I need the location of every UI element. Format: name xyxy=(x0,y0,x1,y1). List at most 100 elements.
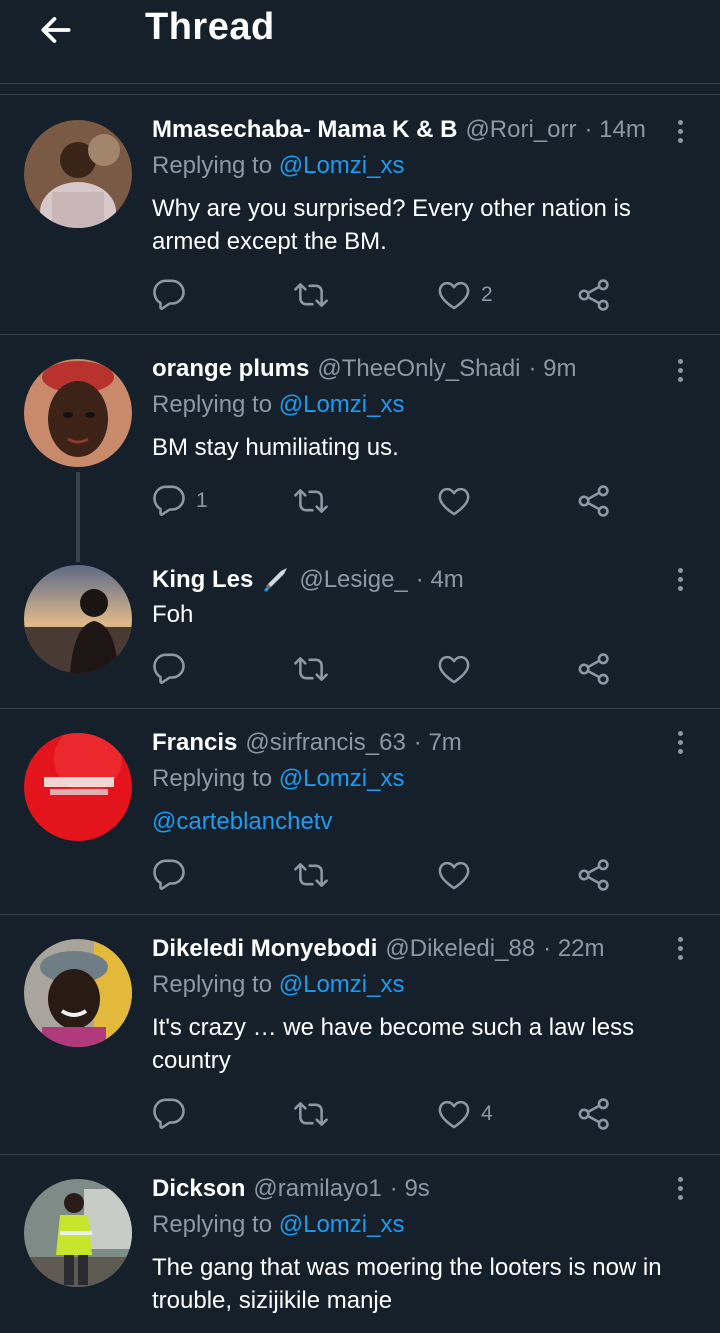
share-icon xyxy=(577,278,611,312)
reply-button[interactable]: 1 xyxy=(152,479,208,523)
share-icon xyxy=(577,484,611,518)
tweet-text: Foh xyxy=(152,601,194,628)
more-options-button[interactable] xyxy=(666,931,694,965)
user-handle[interactable]: @ramilayo1 xyxy=(253,1175,381,1203)
share-button[interactable] xyxy=(577,273,611,317)
retweet-button[interactable] xyxy=(294,479,328,523)
share-button[interactable] xyxy=(577,1092,611,1136)
retweet-button[interactable] xyxy=(294,1092,328,1136)
tweet-item[interactable]: King Les @Lesige_ · 4m Foh xyxy=(0,545,720,708)
display-name[interactable]: King Les xyxy=(152,566,253,594)
replying-to: Replying to @Lomzi_xs xyxy=(152,152,405,179)
display-name[interactable]: Dikeledi Monyebodi xyxy=(152,935,377,963)
avatar[interactable] xyxy=(24,565,132,673)
reply-count: 1 xyxy=(196,489,208,512)
tweet-item[interactable]: Dikeledi Monyebodi @Dikeledi_88 · 22m Re… xyxy=(0,915,720,1154)
display-name[interactable]: Francis xyxy=(152,729,237,757)
display-name[interactable]: Dickson xyxy=(152,1175,245,1203)
reply-icon xyxy=(152,1097,186,1131)
divider xyxy=(0,94,720,95)
like-button[interactable] xyxy=(437,479,481,523)
retweet-icon xyxy=(294,484,328,518)
retweet-icon xyxy=(294,858,328,892)
reply-icon xyxy=(152,484,186,518)
avatar[interactable] xyxy=(24,733,132,841)
like-button[interactable] xyxy=(437,647,481,691)
avatar[interactable] xyxy=(24,120,132,228)
reply-button[interactable] xyxy=(152,273,196,317)
reply-button[interactable] xyxy=(152,853,196,897)
timestamp: · 7m xyxy=(413,729,462,756)
user-handle[interactable]: @sirfrancis_63 xyxy=(245,729,405,757)
dagger-icon xyxy=(261,566,291,594)
reply-button[interactable] xyxy=(152,647,196,691)
tweet-actions: 4 xyxy=(152,1092,632,1136)
replying-to: Replying to @Lomzi_xs xyxy=(152,765,405,792)
heart-icon xyxy=(437,858,471,892)
tweet-item[interactable]: Francis @sirfrancis_63 · 7m Replying to … xyxy=(0,709,720,914)
top-app-bar: Thread xyxy=(0,0,720,84)
tweet-item[interactable]: Mmasechaba- Mama K & B @Rori_orr · 14m R… xyxy=(0,96,720,334)
tweet-mention-link[interactable]: @carteblanchetv xyxy=(152,805,684,838)
tweet-actions: 1 xyxy=(152,479,632,523)
tweet-item[interactable]: orange plums @TheeOnly_Shadi · 9m Replyi… xyxy=(0,335,720,535)
display-name[interactable]: Mmasechaba- Mama K & B xyxy=(152,116,457,144)
heart-icon xyxy=(437,484,471,518)
tweet-actions xyxy=(152,647,632,691)
tweet-text: The gang that was moering the looters is… xyxy=(152,1254,662,1314)
mention-link[interactable]: @Lomzi_xs xyxy=(279,391,405,418)
like-button[interactable]: 2 xyxy=(437,273,493,317)
avatar[interactable] xyxy=(24,359,132,467)
share-button[interactable] xyxy=(577,479,611,523)
heart-icon xyxy=(437,1097,471,1131)
user-handle[interactable]: @Lesige_ xyxy=(299,566,407,594)
reply-icon xyxy=(152,652,186,686)
more-options-button[interactable] xyxy=(666,353,694,387)
user-handle[interactable]: @TheeOnly_Shadi xyxy=(317,355,520,383)
mention-link[interactable]: @Lomzi_xs xyxy=(279,1211,405,1238)
like-button[interactable]: 4 xyxy=(437,1092,493,1136)
timestamp: · 9s xyxy=(389,1175,430,1202)
avatar[interactable] xyxy=(24,1179,132,1287)
timestamp: · 14m xyxy=(584,116,646,143)
page-title: Thread xyxy=(145,6,275,48)
user-handle[interactable]: @Rori_orr xyxy=(465,116,576,144)
tweet-item[interactable]: Dickson @ramilayo1 · 9s Replying to @Lom… xyxy=(0,1155,720,1333)
avatar[interactable] xyxy=(24,939,132,1047)
reply-icon xyxy=(152,278,186,312)
timestamp: · 22m xyxy=(543,935,605,962)
share-button[interactable] xyxy=(577,853,611,897)
like-button[interactable] xyxy=(437,853,481,897)
share-icon xyxy=(577,858,611,892)
mention-link[interactable]: @Lomzi_xs xyxy=(279,152,405,179)
share-button[interactable] xyxy=(577,647,611,691)
retweet-button[interactable] xyxy=(294,273,328,317)
mention-link[interactable]: @Lomzi_xs xyxy=(279,971,405,998)
reply-icon xyxy=(152,858,186,892)
tweet-text: BM stay humiliating us. xyxy=(152,434,399,461)
reply-button[interactable] xyxy=(152,1092,196,1136)
replying-to: Replying to @Lomzi_xs xyxy=(152,971,405,998)
back-button[interactable] xyxy=(34,8,78,52)
display-name[interactable]: orange plums xyxy=(152,355,309,383)
retweet-button[interactable] xyxy=(294,853,328,897)
more-options-button[interactable] xyxy=(666,562,694,596)
timestamp: · 4m xyxy=(415,566,464,593)
replying-to: Replying to @Lomzi_xs xyxy=(152,1211,405,1238)
more-options-button[interactable] xyxy=(666,725,694,759)
replying-to: Replying to @Lomzi_xs xyxy=(152,391,405,418)
tweet-text: Why are you surprised? Every other natio… xyxy=(152,195,631,255)
like-count: 2 xyxy=(481,283,493,306)
mention-link[interactable]: @Lomzi_xs xyxy=(279,765,405,792)
more-options-button[interactable] xyxy=(666,1171,694,1205)
more-options-button[interactable] xyxy=(666,114,694,148)
arrow-left-icon xyxy=(41,17,71,43)
retweet-button[interactable] xyxy=(294,647,328,691)
retweet-icon xyxy=(294,652,328,686)
tweet-actions xyxy=(152,853,632,897)
user-handle[interactable]: @Dikeledi_88 xyxy=(385,935,535,963)
heart-icon xyxy=(437,652,471,686)
retweet-icon xyxy=(294,1097,328,1131)
retweet-icon xyxy=(294,278,328,312)
share-icon xyxy=(577,1097,611,1131)
